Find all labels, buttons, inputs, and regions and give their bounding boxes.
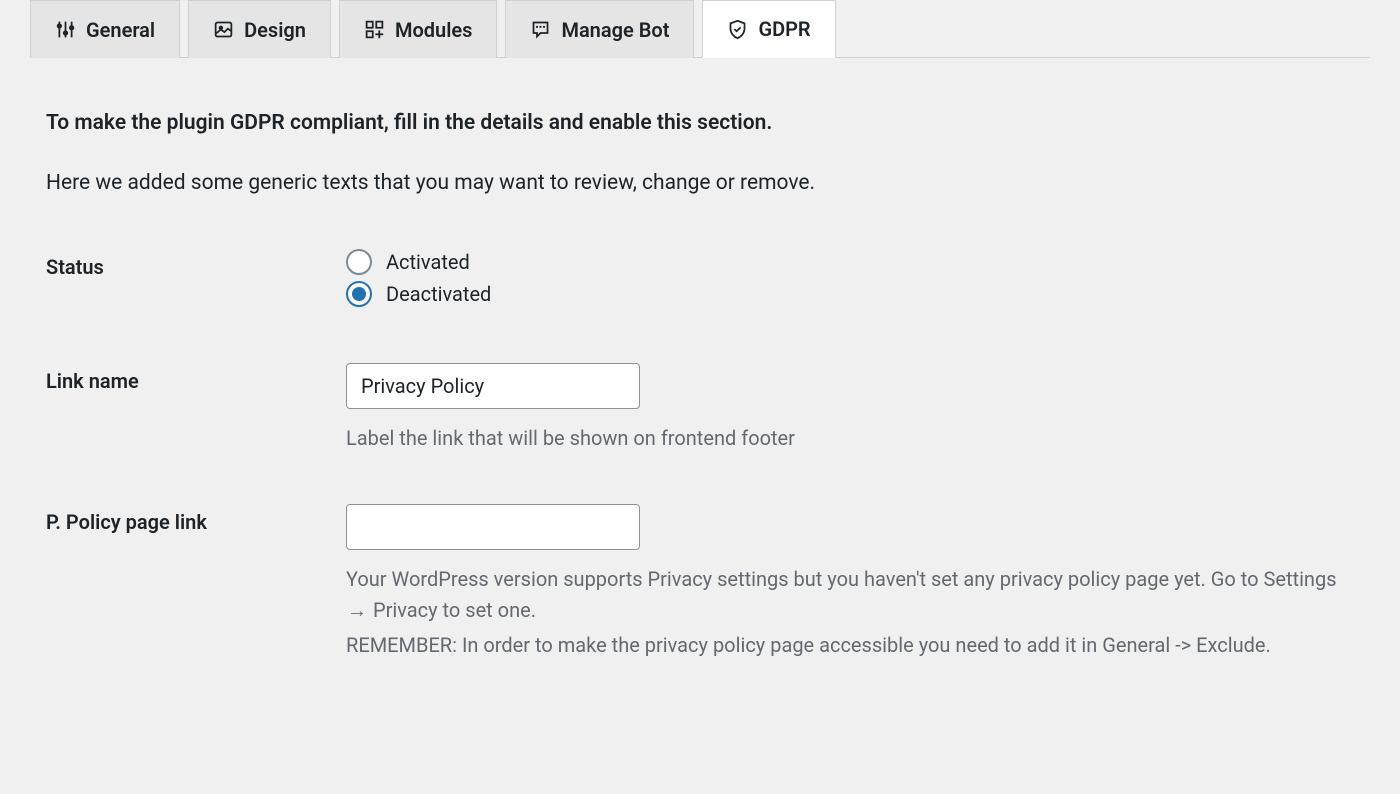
help-link-name: Label the link that will be shown on fro… <box>346 423 1354 454</box>
policy-link-input[interactable] <box>346 504 640 550</box>
gdpr-panel: To make the plugin GDPR compliant, fill … <box>30 58 1370 695</box>
settings-tabs: General Design Modules Manage Bot GDPR <box>30 0 1370 58</box>
radio-deactivated[interactable] <box>346 281 372 307</box>
tab-label: Design <box>244 18 306 42</box>
tab-design[interactable]: Design <box>188 0 331 58</box>
radio-deactivated-label: Deactivated <box>386 282 491 306</box>
help-policy-1a: Your WordPress version supports Privacy … <box>346 567 1337 591</box>
tab-general[interactable]: General <box>30 0 180 58</box>
image-icon <box>213 19 234 40</box>
radio-activated[interactable] <box>346 249 372 275</box>
intro-line1: To make the plugin GDPR compliant, fill … <box>46 108 1354 140</box>
help-policy-2: REMEMBER: In order to make the privacy p… <box>346 630 1354 661</box>
tab-label: General <box>86 18 155 42</box>
sliders-icon <box>55 19 76 40</box>
intro-text: To make the plugin GDPR compliant, fill … <box>46 108 1354 199</box>
shield-check-icon <box>727 19 748 40</box>
tab-label: Modules <box>395 18 472 42</box>
arrow-right-icon: → <box>346 595 368 626</box>
tab-manage-bot[interactable]: Manage Bot <box>505 0 694 58</box>
grid-add-icon <box>364 19 385 40</box>
label-link-name: Link name <box>46 363 346 393</box>
row-policy-link: P. Policy page link Your WordPress versi… <box>46 504 1354 665</box>
row-link-name: Link name Label the link that will be sh… <box>46 363 1354 454</box>
tab-gdpr[interactable]: GDPR <box>702 0 835 58</box>
link-name-input[interactable] <box>346 363 640 409</box>
row-status: Status Activated Deactivated <box>46 249 1354 313</box>
radio-activated-label: Activated <box>386 250 470 274</box>
help-policy-link: Your WordPress version supports Privacy … <box>346 564 1354 661</box>
tab-label: Manage Bot <box>561 18 669 42</box>
intro-line2: Here we added some generic texts that yo… <box>46 168 1354 200</box>
label-policy-link: P. Policy page link <box>46 504 346 534</box>
label-status: Status <box>46 249 346 279</box>
help-policy-1b: Privacy to set one. <box>368 598 536 622</box>
tab-modules[interactable]: Modules <box>339 0 497 58</box>
tab-label: GDPR <box>758 17 810 41</box>
chat-icon <box>530 19 551 40</box>
